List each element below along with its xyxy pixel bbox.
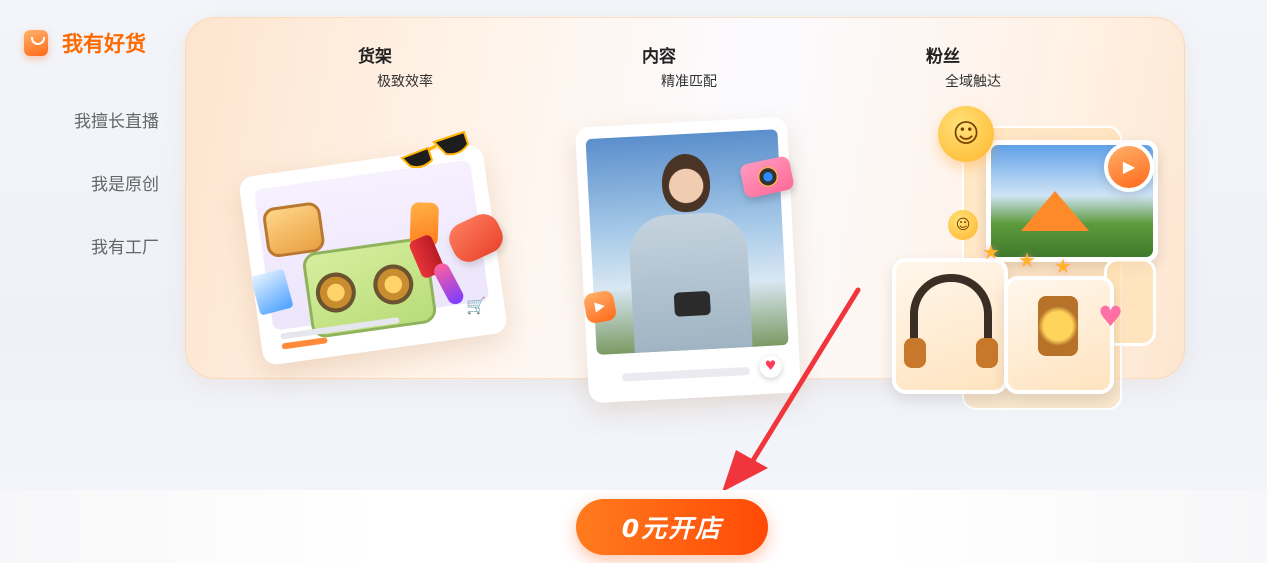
open-shop-button[interactable]: 0元开店 [576, 499, 768, 555]
arrow-annotation [722, 287, 861, 492]
